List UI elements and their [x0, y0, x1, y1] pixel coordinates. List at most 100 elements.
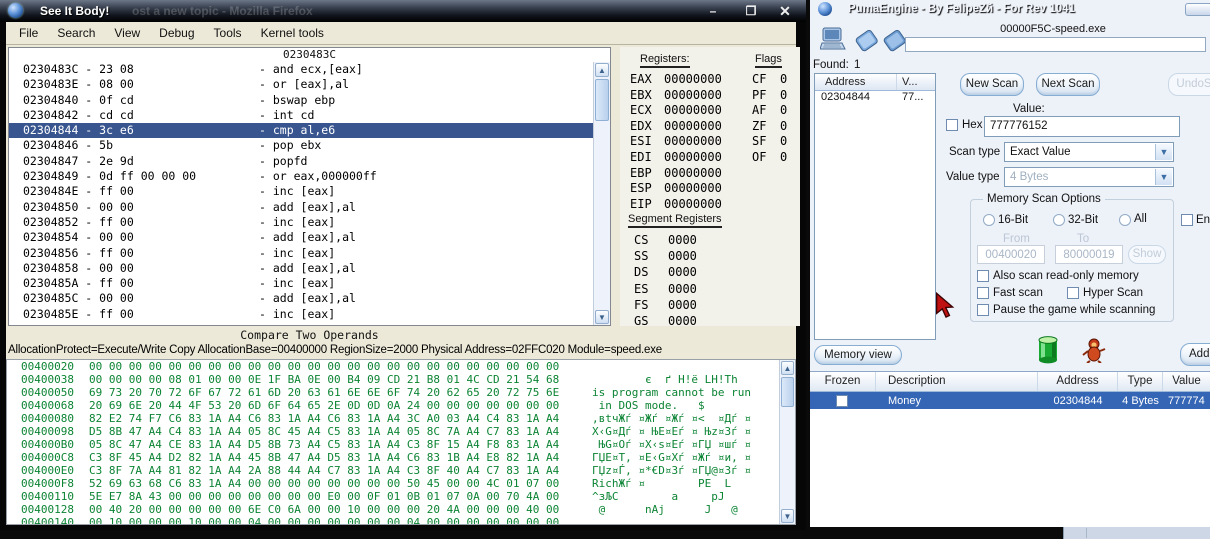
- disassembly-panel[interactable]: 0230483C 0230483C - 23 08 - and ecx,[eax…: [8, 47, 611, 326]
- scan-results-list[interactable]: AddressV... 02304844 77...: [814, 73, 936, 340]
- scroll-up-icon[interactable]: ▲: [595, 63, 609, 77]
- select-process-icon[interactable]: [820, 26, 846, 58]
- menu-item[interactable]: View: [107, 24, 152, 42]
- disassembly-row[interactable]: 02304849 - 0d ff 00 00 00 - or eax,00000…: [9, 169, 593, 184]
- enable-checkbox[interactable]: [1181, 214, 1193, 226]
- hexdump-row[interactable]: 00400020 00 00 00 00 00 00 00 00 00 00 0…: [7, 360, 795, 373]
- address-table[interactable]: FrozenDescriptionAddressTypeValue Money …: [810, 371, 1210, 527]
- chevron-down-icon[interactable]: ▼: [1155, 169, 1172, 185]
- debugger-app-icon: [8, 3, 23, 18]
- hexdump-row[interactable]: 004000F8 52 69 63 68 C6 83 1A A4 00 00 0…: [7, 477, 795, 490]
- close-button[interactable]: ✕: [772, 3, 798, 20]
- scroll-up-icon[interactable]: ▲: [781, 361, 794, 375]
- table-row[interactable]: Money 02304844 4 Bytes 777774: [810, 392, 1210, 409]
- menu-item[interactable]: Tools: [207, 24, 254, 42]
- menu-item[interactable]: Debug: [152, 24, 206, 42]
- radio-32bit-label[interactable]: 32-Bit: [1068, 214, 1098, 226]
- disassembly-row[interactable]: 0230484E - ff 00 - inc [eax]: [9, 184, 593, 199]
- radio-all[interactable]: [1119, 214, 1131, 226]
- disassembly-row[interactable]: 0230483E - 08 00 - or [eax],al: [9, 77, 593, 92]
- hexdump-row[interactable]: 00400140 00 10 00 00 00 10 00 00 04 00 0…: [7, 516, 795, 525]
- hexdump-row[interactable]: 004000E0 C3 8F 7A A4 81 82 1A A4 2A 88 4…: [7, 464, 795, 477]
- chevron-down-icon[interactable]: ▼: [1155, 144, 1172, 160]
- disassembly-row[interactable]: 02304852 - ff 00 - inc [eax]: [9, 215, 593, 230]
- disasm-address-bytes: 0230483E - 08 00: [23, 77, 134, 92]
- hyper-scan-label[interactable]: Hyper Scan: [1083, 287, 1143, 299]
- monkey-icon[interactable]: [1082, 337, 1106, 368]
- maximize-button[interactable]: ❒: [738, 3, 764, 20]
- scanner-minimize-button[interactable]: [1185, 3, 1210, 16]
- fast-scan-label[interactable]: Fast scan: [993, 287, 1043, 299]
- value-input[interactable]: 777776152: [984, 116, 1180, 137]
- results-column-header[interactable]: V...: [897, 74, 935, 90]
- disassembly-row[interactable]: 0230485A - ff 00 - inc [eax]: [9, 276, 593, 291]
- register-value: 00000000: [664, 88, 722, 102]
- hexdump-row[interactable]: 00400068 20 69 6E 20 44 4F 53 20 6D 6F 6…: [7, 399, 795, 412]
- scroll-thumb[interactable]: [595, 79, 609, 121]
- fast-scan-checkbox[interactable]: [977, 287, 989, 299]
- disassembly-row[interactable]: 0230485C - 00 00 - add [eax],al: [9, 291, 593, 306]
- readonly-memory-label[interactable]: Also scan read-only memory: [993, 270, 1139, 282]
- hex-checkbox-label[interactable]: Hex: [962, 119, 982, 131]
- disasm-instruction: - inc [eax]: [259, 246, 335, 261]
- radio-16bit[interactable]: [983, 214, 995, 226]
- scanner-titlebar[interactable]: PumaEngine - By FelipeZй - For Rev 1041: [810, 0, 1210, 20]
- radio-32bit[interactable]: [1053, 214, 1065, 226]
- value-type-dropdown[interactable]: 4 Bytes ▼: [1004, 167, 1174, 187]
- readonly-memory-checkbox[interactable]: [977, 270, 989, 282]
- table-column-header[interactable]: Value: [1163, 372, 1210, 391]
- pause-game-checkbox[interactable]: [977, 304, 989, 316]
- disassembly-row[interactable]: 02304854 - 00 00 - add [eax],al: [9, 230, 593, 245]
- radio-16bit-label[interactable]: 16-Bit: [998, 214, 1028, 226]
- menu-item[interactable]: Kernel tools: [254, 24, 336, 42]
- disassembly-row[interactable]: 02304844 - 3c e6 - cmp al,e6: [9, 123, 593, 138]
- register-value: 00000000: [664, 72, 722, 86]
- hex-checkbox[interactable]: [946, 119, 958, 131]
- disassembly-scrollbar[interactable]: ▲ ▼: [593, 62, 610, 325]
- radio-all-label[interactable]: All: [1134, 213, 1147, 225]
- disassembly-row[interactable]: 02304856 - ff 00 - inc [eax]: [9, 246, 593, 261]
- table-column-header[interactable]: Frozen: [810, 372, 876, 391]
- minimize-button[interactable]: –: [700, 3, 726, 20]
- disassembly-row[interactable]: 02304858 - 00 00 - add [eax],al: [9, 261, 593, 276]
- disassembly-row[interactable]: 02304847 - 2e 9d - popfd: [9, 154, 593, 169]
- hexdump-row[interactable]: 004000B0 05 8C 47 A4 CE 83 1A A4 D5 8B 7…: [7, 438, 795, 451]
- hexdump-row[interactable]: 00400080 82 E2 74 F7 C6 83 1A A4 C6 83 1…: [7, 412, 795, 425]
- next-scan-button[interactable]: Next Scan: [1036, 73, 1100, 96]
- table-column-header[interactable]: Description: [876, 372, 1038, 391]
- debugger-titlebar[interactable]: See It Body! ost a new topic - Mozilla F…: [0, 0, 806, 22]
- disassembly-row[interactable]: 02304840 - 0f cd - bswap ebp: [9, 93, 593, 108]
- add-address-button[interactable]: Add: [1180, 343, 1210, 366]
- hexdump-row[interactable]: 00400098 D5 8B 47 A4 C4 83 1A A4 05 8C 4…: [7, 425, 795, 438]
- disassembly-row[interactable]: 02304842 - cd cd - int cd: [9, 108, 593, 123]
- disassembly-row[interactable]: 0230483C - 23 08 - and ecx,[eax]: [9, 62, 593, 77]
- scroll-down-icon[interactable]: ▼: [781, 509, 794, 523]
- hexdump-row[interactable]: 00400038 00 00 00 00 08 01 00 00 0E 1F B…: [7, 373, 795, 386]
- hyper-scan-checkbox[interactable]: [1067, 287, 1079, 299]
- disassembly-row[interactable]: 02304850 - 00 00 - add [eax],al: [9, 200, 593, 215]
- table-column-header[interactable]: Address: [1038, 372, 1118, 391]
- result-row[interactable]: 02304844 77...: [815, 91, 935, 106]
- hexdump-row[interactable]: 004000C8 C3 8F 45 A4 D2 82 1A A4 45 8B 4…: [7, 451, 795, 464]
- hexdump-row[interactable]: 00400128 00 40 20 00 00 00 00 00 6E C0 6…: [7, 503, 795, 516]
- memory-can-icon[interactable]: [1036, 335, 1060, 370]
- scroll-thumb[interactable]: [781, 377, 794, 407]
- hexdump-row[interactable]: 00400050 69 73 20 70 72 6F 67 72 61 6D 2…: [7, 386, 795, 399]
- menu-item[interactable]: File: [12, 24, 50, 42]
- table-column-header[interactable]: Type: [1118, 372, 1163, 391]
- disassembly-row[interactable]: 02304846 - 5b - pop ebx: [9, 138, 593, 153]
- results-column-header[interactable]: Address: [815, 74, 897, 90]
- hexdump-scrollbar[interactable]: ▲ ▼: [779, 360, 795, 524]
- hexdump-row[interactable]: 00400110 5E E7 8A 43 00 00 00 00 00 00 0…: [7, 490, 795, 503]
- disassembly-row[interactable]: 0230485E - ff 00 - inc [eax]: [9, 307, 593, 322]
- enable-checkbox-label[interactable]: Enabl: [1196, 214, 1210, 226]
- frozen-checkbox[interactable]: [836, 395, 848, 407]
- new-scan-button[interactable]: New Scan: [960, 73, 1024, 96]
- pause-game-label[interactable]: Pause the game while scanning: [993, 304, 1155, 316]
- open-table-icon[interactable]: [854, 29, 880, 58]
- memory-view-button[interactable]: Memory view: [814, 345, 902, 365]
- hexdump-panel[interactable]: 00400020 00 00 00 00 00 00 00 00 00 00 0…: [6, 359, 796, 525]
- scan-type-dropdown[interactable]: Exact Value ▼: [1004, 142, 1174, 162]
- menu-item[interactable]: Search: [50, 24, 107, 42]
- scroll-down-icon[interactable]: ▼: [595, 310, 609, 324]
